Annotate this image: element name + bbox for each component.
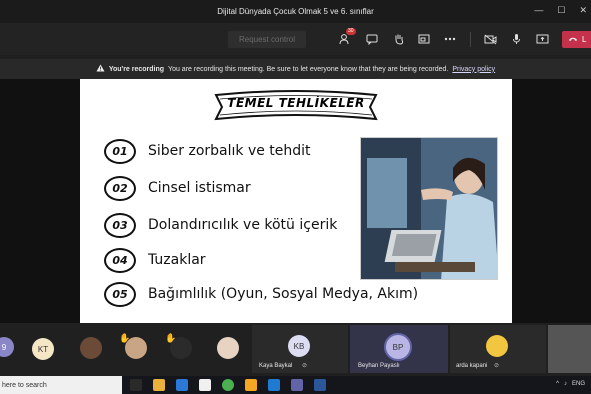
toolbar-separator xyxy=(470,32,471,47)
up-arrow-icon[interactable]: ^ xyxy=(556,381,559,387)
item-text: Siber zorbalık ve tehdit xyxy=(148,143,311,159)
phone-hangup-icon xyxy=(568,35,578,44)
edge-icon[interactable] xyxy=(176,379,188,391)
item-number: 01 xyxy=(104,138,136,164)
chat-icon[interactable] xyxy=(364,31,380,47)
more-options-icon[interactable] xyxy=(442,31,458,47)
close-window-button[interactable]: ✕ xyxy=(579,5,587,16)
item-number: 05 xyxy=(104,281,136,307)
participant-name: arda kapani xyxy=(456,363,488,369)
item-number: 03 xyxy=(104,212,136,238)
windows-taskbar: here to search ^ ♪ ENG xyxy=(0,376,591,394)
presentation-slide: TEMEL TEHLİKELER 01 Siber zorbalık ve te… xyxy=(80,79,512,323)
leave-button[interactable]: L xyxy=(562,31,591,48)
word-icon[interactable] xyxy=(314,379,326,391)
app-icon[interactable] xyxy=(245,379,257,391)
raise-hand-icon[interactable] xyxy=(390,31,406,47)
shared-screen-stage: TEMEL TEHLİKELER 01 Siber zorbalık ve te… xyxy=(0,79,591,323)
request-control-button[interactable]: Request control xyxy=(228,31,306,48)
window-title: Dijital Dünyada Çocuk Olmak 5 ve 6. sını… xyxy=(217,7,374,16)
participant-avatar[interactable]: 9 xyxy=(0,337,14,357)
hazard-item: 03 Dolandırıcılık ve kötü içerik xyxy=(104,212,337,238)
participant-avatar[interactable]: KT xyxy=(32,338,54,360)
hazard-item: 01 Siber zorbalık ve tehdit xyxy=(104,138,311,164)
self-video-preview[interactable] xyxy=(548,325,591,373)
camera-off-icon[interactable] xyxy=(482,31,498,47)
microphone-icon[interactable] xyxy=(508,31,524,47)
taskbar-search-box[interactable]: here to search xyxy=(0,376,122,394)
privacy-policy-link[interactable]: Privacy policy xyxy=(452,66,495,73)
participant-photo[interactable] xyxy=(170,337,192,359)
participants-icon[interactable]: 30 xyxy=(337,28,356,47)
participants-count-badge: 30 xyxy=(346,28,356,35)
teams-icon[interactable] xyxy=(291,379,303,391)
meeting-toolbar: Request control 30 L xyxy=(0,23,591,55)
item-text: Tuzaklar xyxy=(148,252,206,268)
item-text: Dolandırıcılık ve kötü içerik xyxy=(148,217,338,233)
hazard-item: 05 Bağımlılık (Oyun, Sosyal Medya, Akım) xyxy=(104,281,418,307)
participant-avatar: BP xyxy=(384,333,412,361)
mic-muted-icon: ⊘ xyxy=(494,363,500,369)
item-text: Bağımlılık (Oyun, Sosyal Medya, Akım) xyxy=(148,286,419,302)
participant-photo[interactable] xyxy=(125,337,147,359)
speaker-icon[interactable]: ♪ xyxy=(564,381,567,387)
recording-message: You are recording this meeting. Be sure … xyxy=(168,65,449,73)
participant-tile-active[interactable]: BP Beyhan Payaslı xyxy=(350,325,448,373)
participant-photo[interactable] xyxy=(80,337,102,359)
recording-title: You're recording xyxy=(108,65,165,73)
app-icon[interactable] xyxy=(268,379,280,391)
hazard-item: 04 Tuzaklar xyxy=(104,247,206,273)
participant-tile[interactable]: KB Kaya Baykal ⊘ xyxy=(252,325,348,373)
participant-name: Kaya Baykal xyxy=(259,363,293,369)
participant-name: Beyhan Payaslı xyxy=(358,363,400,369)
item-text: Cinsel istismar xyxy=(148,180,251,196)
file-explorer-icon[interactable] xyxy=(153,379,165,391)
recording-banner: You're recording You are recording this … xyxy=(0,59,591,79)
cyberbullying-illustration xyxy=(360,137,498,280)
item-number: 04 xyxy=(104,247,136,273)
system-tray: ^ ♪ ENG xyxy=(556,381,585,387)
task-view-icon[interactable] xyxy=(130,379,142,391)
window-title-bar: Dijital Dünyada Çocuk Olmak 5 ve 6. sını… xyxy=(0,0,591,23)
language-indicator[interactable]: ENG xyxy=(572,381,585,387)
share-screen-icon[interactable] xyxy=(534,31,550,47)
store-icon[interactable] xyxy=(199,379,211,391)
mic-muted-icon: ⊘ xyxy=(302,363,308,369)
leave-label: L xyxy=(582,35,587,44)
slide-heading: TEMEL TEHLİKELER xyxy=(227,96,365,110)
participant-tile[interactable]: arda kapani ⊘ xyxy=(450,325,546,373)
hazard-item: 02 Cinsel istismar xyxy=(104,175,251,201)
warning-icon xyxy=(96,64,105,74)
participant-photo xyxy=(486,335,508,357)
participants-strip: 9 KT ✋ ✋ KB Kaya Baykal ⊘ BP Beyhan Paya… xyxy=(0,323,591,376)
minimize-button[interactable]: — xyxy=(534,5,543,16)
chrome-icon[interactable] xyxy=(222,379,234,391)
maximize-button[interactable]: ☐ xyxy=(557,5,565,16)
participant-photo[interactable] xyxy=(217,337,239,359)
item-number: 02 xyxy=(104,175,136,201)
share-tray-icon[interactable] xyxy=(416,31,432,47)
participant-avatar: KB xyxy=(288,335,310,357)
